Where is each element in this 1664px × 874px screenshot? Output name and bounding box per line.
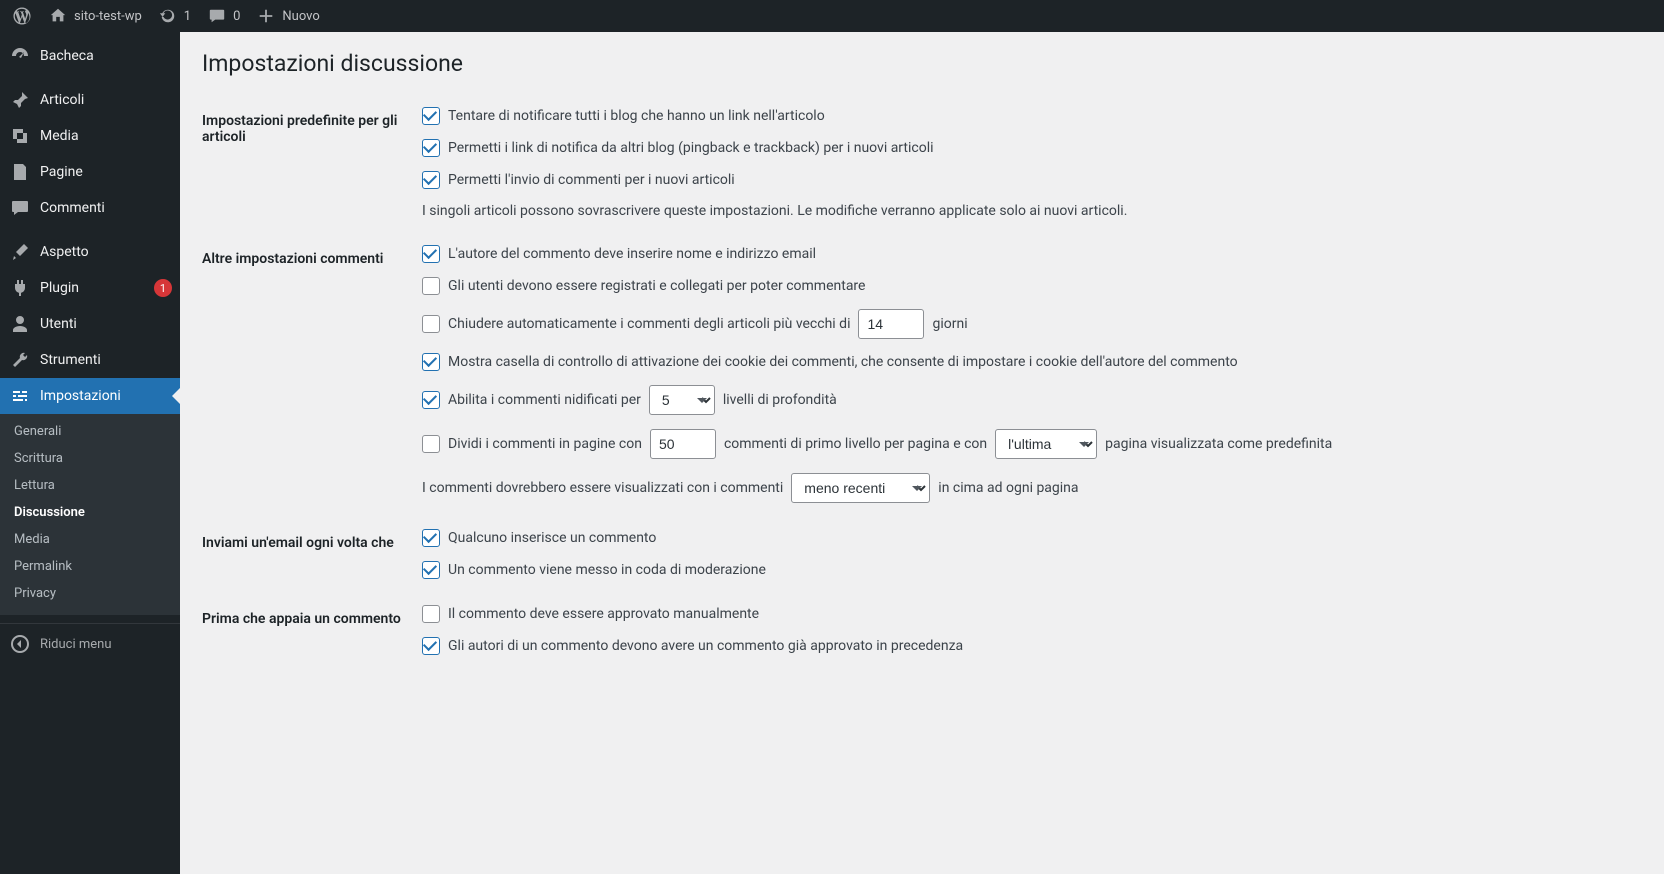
note-override: I singoli articoli possono sovrascrivere… xyxy=(422,203,1127,219)
select-page-default[interactable]: l'ultima xyxy=(995,429,1097,459)
lbl-prev-approved: Gli autori di un commento devono avere u… xyxy=(448,637,963,655)
comment-icon xyxy=(207,6,227,26)
lbl-require-name-email: L'autore del commento deve inserire nome… xyxy=(448,245,816,263)
section-default-heading: Impostazioni predefinite per gli articol… xyxy=(202,101,422,239)
section-other-heading: Altre impostazioni commenti xyxy=(202,239,422,523)
cb-nested[interactable] xyxy=(422,391,440,409)
lbl-allow-comments: Permetti l'invio di commenti per i nuovi… xyxy=(448,171,735,189)
menu-appearance-label: Aspetto xyxy=(40,244,89,260)
collapse-label: Riduci menu xyxy=(40,637,112,652)
cb-manual-approve[interactable] xyxy=(422,605,440,623)
submenu-privacy[interactable]: Privacy xyxy=(0,580,180,607)
menu-media-label: Media xyxy=(40,128,79,144)
cb-email-moderation[interactable] xyxy=(422,561,440,579)
wp-logo[interactable] xyxy=(4,0,40,32)
section-email-heading: Inviami un'email ogni volta che xyxy=(202,523,422,599)
plugin-updates-badge: 1 xyxy=(154,279,172,297)
updates-link[interactable]: 1 xyxy=(150,0,199,32)
wordpress-icon xyxy=(12,6,32,26)
menu-users[interactable]: Utenti xyxy=(0,306,180,342)
menu-comments[interactable]: Commenti xyxy=(0,190,180,226)
menu-tools[interactable]: Strumenti xyxy=(0,342,180,378)
select-comment-order[interactable]: meno recenti xyxy=(791,473,930,503)
plugin-icon xyxy=(10,278,30,298)
lbl-nested-a: Abilita i commenti nidificati per xyxy=(448,391,641,409)
lbl-paginate-c: pagina visualizzata come predefinita xyxy=(1105,435,1332,453)
comments-link[interactable]: 0 xyxy=(199,0,248,32)
page-icon xyxy=(10,162,30,182)
cb-paginate[interactable] xyxy=(422,435,440,453)
section-before-heading: Prima che appaia un commento xyxy=(202,599,422,675)
menu-pages[interactable]: Pagine xyxy=(0,154,180,190)
lbl-email-moderation: Un commento viene messo in coda di moder… xyxy=(448,561,766,579)
submenu-permalink[interactable]: Permalink xyxy=(0,553,180,580)
sliders-icon xyxy=(10,386,30,406)
menu-users-label: Utenti xyxy=(40,316,77,332)
lbl-nested-b: livelli di profondità xyxy=(723,391,837,409)
media-icon xyxy=(10,126,30,146)
input-close-days[interactable] xyxy=(858,309,924,339)
lbl-manual-approve: Il commento deve essere approvato manual… xyxy=(448,605,759,623)
new-label: Nuovo xyxy=(282,9,319,24)
menu-plugins[interactable]: Plugin 1 xyxy=(0,270,180,306)
user-icon xyxy=(10,314,30,334)
brush-icon xyxy=(10,242,30,262)
lbl-paginate-b: commenti di primo livello per pagina e c… xyxy=(724,435,987,453)
menu-posts-label: Articoli xyxy=(40,92,84,108)
cb-cookie-optin[interactable] xyxy=(422,353,440,371)
updates-count: 1 xyxy=(184,9,191,24)
cb-require-login[interactable] xyxy=(422,277,440,295)
lbl-order-a: I commenti dovrebbero essere visualizzat… xyxy=(422,479,783,497)
lbl-email-new-comment: Qualcuno inserisce un commento xyxy=(448,529,656,547)
menu-media[interactable]: Media xyxy=(0,118,180,154)
submenu-writing[interactable]: Scrittura xyxy=(0,445,180,472)
cb-allow-comments[interactable] xyxy=(422,171,440,189)
cb-allow-pingback[interactable] xyxy=(422,139,440,157)
select-nest-levels[interactable]: 5 xyxy=(649,385,715,415)
submenu-media[interactable]: Media xyxy=(0,526,180,553)
menu-appearance[interactable]: Aspetto xyxy=(0,234,180,270)
input-per-page[interactable] xyxy=(650,429,716,459)
submenu-discussion[interactable]: Discussione xyxy=(0,499,180,526)
submenu-reading[interactable]: Lettura xyxy=(0,472,180,499)
cb-close-old[interactable] xyxy=(422,315,440,333)
site-name: sito-test-wp xyxy=(74,9,142,24)
settings-submenu: Generali Scrittura Lettura Discussione M… xyxy=(0,414,180,615)
cb-require-name-email[interactable] xyxy=(422,245,440,263)
lbl-allow-pingback: Permetti i link di notifica da altri blo… xyxy=(448,139,934,157)
lbl-paginate-a: Dividi i commenti in pagine con xyxy=(448,435,642,453)
collapse-menu[interactable]: Riduci menu xyxy=(0,623,180,664)
comments-count: 0 xyxy=(233,9,240,24)
lbl-order-b: in cima ad ogni pagina xyxy=(938,479,1078,497)
cb-email-new-comment[interactable] xyxy=(422,529,440,547)
menu-tools-label: Strumenti xyxy=(40,352,101,368)
plus-icon xyxy=(256,6,276,26)
pin-icon xyxy=(10,90,30,110)
new-content-link[interactable]: Nuovo xyxy=(248,0,327,32)
menu-plugins-label: Plugin xyxy=(40,280,79,296)
menu-settings[interactable]: Impostazioni xyxy=(0,378,180,414)
menu-dashboard[interactable]: Bacheca xyxy=(0,38,180,74)
dashboard-icon xyxy=(10,46,30,66)
cb-notify-blogs[interactable] xyxy=(422,107,440,125)
update-icon xyxy=(158,6,178,26)
lbl-require-login: Gli utenti devono essere registrati e co… xyxy=(448,277,865,295)
lbl-notify-blogs: Tentare di notificare tutti i blog che h… xyxy=(448,107,825,125)
page-title: Impostazioni discussione xyxy=(202,50,1644,77)
menu-pages-label: Pagine xyxy=(40,164,83,180)
wrench-icon xyxy=(10,350,30,370)
lbl-close-old-a: Chiudere automaticamente i commenti degl… xyxy=(448,315,850,333)
home-icon xyxy=(48,6,68,26)
menu-dashboard-label: Bacheca xyxy=(40,48,94,64)
cb-prev-approved[interactable] xyxy=(422,637,440,655)
collapse-icon xyxy=(10,634,30,654)
menu-comments-label: Commenti xyxy=(40,200,105,216)
comments-icon xyxy=(10,198,30,218)
lbl-close-old-b: giorni xyxy=(932,315,967,333)
site-home-link[interactable]: sito-test-wp xyxy=(40,0,150,32)
menu-settings-label: Impostazioni xyxy=(40,388,121,404)
lbl-cookie-optin: Mostra casella di controllo di attivazio… xyxy=(448,353,1238,371)
menu-posts[interactable]: Articoli xyxy=(0,82,180,118)
submenu-general[interactable]: Generali xyxy=(0,418,180,445)
